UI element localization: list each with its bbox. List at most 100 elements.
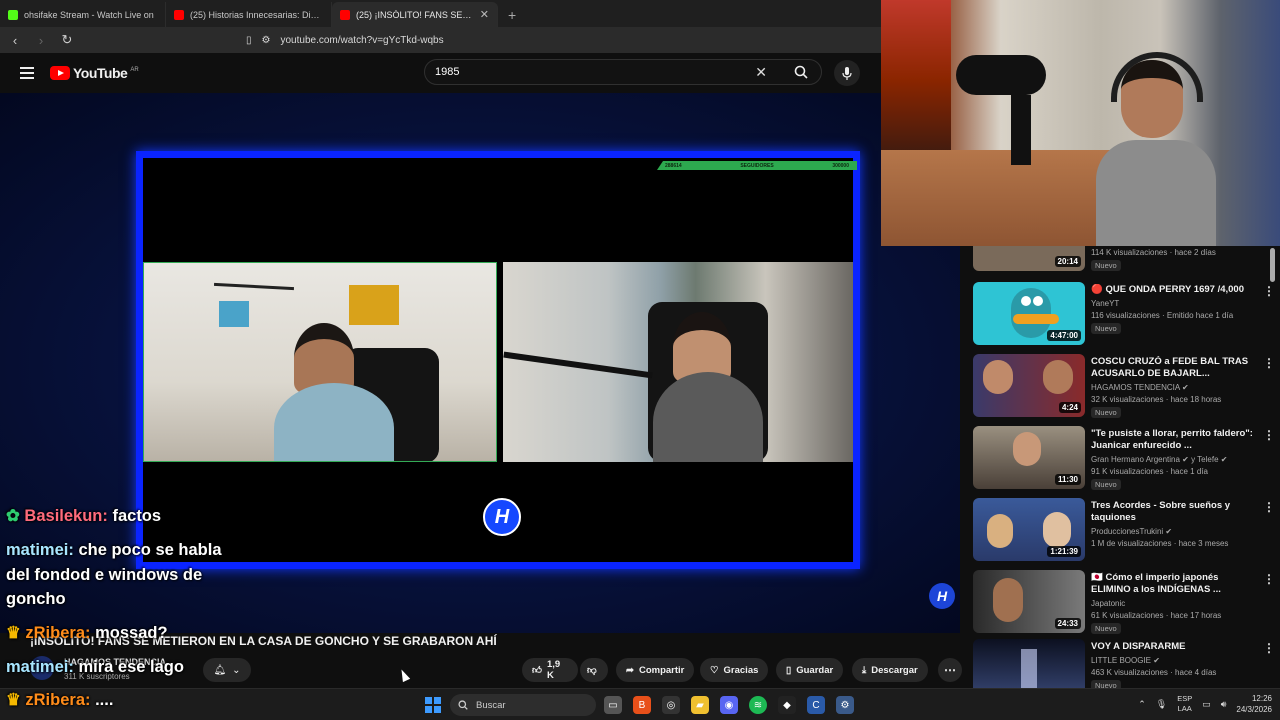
more-options-icon[interactable]: ⋮ xyxy=(1263,570,1275,634)
channel-watermark-logo: H xyxy=(483,498,521,536)
menu-icon[interactable] xyxy=(20,67,34,79)
url-field[interactable]: ▯ ⚙ youtube.com/watch?v=gYcTkd-wqbs xyxy=(246,35,444,46)
rec-video[interactable]: VOY A DISPARARME LITTLE BOOGIE ✔ 463 K v… xyxy=(973,639,1275,688)
dislike-button[interactable]: 👎︎ xyxy=(580,658,608,682)
chevron-down-icon: ⌄ xyxy=(232,664,241,676)
rec-video[interactable]: 11:30 "Te pusiste a llorar, perrito fald… xyxy=(973,426,1275,490)
crown-badge-icon: ♛ xyxy=(6,691,21,709)
search-input[interactable]: 1985 ✕ xyxy=(424,59,822,85)
youtube-favicon-icon xyxy=(340,9,350,20)
thumbs-up-icon: 👍︎ xyxy=(532,665,542,676)
rec-thumbnail[interactable]: 1:21:39 xyxy=(973,498,1085,561)
mic-icon[interactable]: 🎙︎ xyxy=(1156,699,1167,710)
reload-icon[interactable]: ↻ xyxy=(60,32,74,48)
more-options-icon[interactable]: ⋮ xyxy=(1263,639,1275,688)
chevron-up-icon[interactable]: ⌃ xyxy=(1138,699,1146,710)
kick-favicon-icon xyxy=(8,9,18,20)
search-icon xyxy=(458,700,468,710)
rec-thumbnail[interactable]: 4:24 xyxy=(973,354,1085,417)
youtube-header: YouTube AR 1985 ✕ xyxy=(0,53,881,93)
system-tray: ⌃ 🎙︎ ESP LAA ▭ 🔊︎ 12:26 24/3/2026 xyxy=(1138,693,1272,715)
rec-video[interactable]: 24:33 🇯🇵 Cómo el imperio japonés ELIMINO… xyxy=(973,570,1275,634)
app-icon[interactable]: ◎ xyxy=(662,696,680,714)
recommendations-sidebar: 20:14 114 K visualizaciones · hace 2 día… xyxy=(960,246,1280,688)
subscriber-goal-bar: 288614 SEGUIDORES 300000 xyxy=(657,161,857,170)
streamer-webcam-overlay xyxy=(881,0,1280,246)
youtube-logo[interactable]: YouTube AR xyxy=(50,65,139,81)
task-view-icon[interactable]: ▭ xyxy=(604,696,622,714)
app-icon[interactable]: C xyxy=(807,696,825,714)
more-options-icon[interactable]: ⋮ xyxy=(1263,282,1275,346)
settings-gear-icon[interactable]: ⚙ xyxy=(836,696,854,714)
crown-badge-icon: ♛ xyxy=(6,624,21,642)
chat-message: ✿ Basilekun: factos xyxy=(6,507,162,525)
close-tab-icon[interactable]: ✕ xyxy=(480,8,489,21)
bookmark-icon[interactable]: ▯ xyxy=(246,35,252,46)
file-explorer-icon[interactable]: ▰ xyxy=(691,696,709,714)
volume-icon[interactable]: 🔊︎ xyxy=(1221,699,1227,710)
spotify-icon[interactable]: ≋ xyxy=(749,696,767,714)
tab-insolito-active[interactable]: (25) ¡INSÓLITO! FANS SE MET ✕ xyxy=(332,2,498,27)
bottle-image xyxy=(1011,95,1031,165)
more-options-icon[interactable]: ⋮ xyxy=(1263,426,1275,490)
like-button[interactable]: 👍︎ 1,9 K xyxy=(522,658,578,682)
network-icon[interactable]: ▭ xyxy=(1202,699,1211,710)
left-camera-feed xyxy=(143,262,497,462)
more-actions-button[interactable]: ⋯ xyxy=(938,658,962,682)
forward-arrow-icon[interactable]: › xyxy=(34,33,48,48)
save-button[interactable]: ▯ Guardar xyxy=(776,658,844,682)
rec-video[interactable]: 20:14 114 K visualizaciones · hace 2 día… xyxy=(973,246,1273,272)
mic-icon xyxy=(842,66,852,80)
youtube-favicon-icon xyxy=(174,9,184,20)
right-camera-feed xyxy=(503,262,853,462)
rec-info: VOY A DISPARARME LITTLE BOOGIE ✔ 463 K v… xyxy=(1091,639,1257,688)
brave-browser-icon[interactable]: B xyxy=(633,696,651,714)
search-button[interactable] xyxy=(781,60,821,84)
notifications-button[interactable]: 🔔︎ ⌄ xyxy=(203,658,251,682)
clear-search-icon[interactable]: ✕ xyxy=(755,64,767,81)
rec-thumbnail[interactable] xyxy=(973,639,1085,688)
download-button[interactable]: ⤓ Descargar xyxy=(852,658,928,682)
chat-message: ♛ zRibera: mossad? xyxy=(6,624,168,642)
app-icon[interactable]: ◆ xyxy=(778,696,796,714)
rec-thumbnail[interactable]: 11:30 xyxy=(973,426,1085,489)
back-arrow-icon[interactable]: ‹ xyxy=(8,33,22,48)
more-options-icon[interactable]: ⋮ xyxy=(1263,354,1275,418)
channel-branding-icon[interactable]: H xyxy=(929,583,955,609)
new-tab-button[interactable]: + xyxy=(498,7,526,27)
moderator-badge-icon: ✿ xyxy=(6,507,20,525)
rec-info: COSCU CRUZÓ a FEDE BAL TRAS ACUSARLO DE … xyxy=(1091,356,1249,418)
more-options-icon[interactable]: ⋮ xyxy=(1263,498,1275,562)
rec-info: Tres Acordes - Sobre sueños y taquiones … xyxy=(1091,500,1231,548)
bookmark-icon: ▯ xyxy=(786,664,792,676)
voice-search-button[interactable] xyxy=(834,60,860,86)
tab-historias[interactable]: (25) Historias Innecesarias: Dictadura xyxy=(166,2,332,27)
site-info-icon[interactable]: ⚙ xyxy=(262,35,271,46)
discord-icon[interactable]: ◉ xyxy=(720,696,738,714)
clock[interactable]: 12:26 24/3/2026 xyxy=(1236,693,1272,715)
rec-thumbnail[interactable]: 24:33 xyxy=(973,570,1085,633)
stream-frame: 288614 SEGUIDORES 300000 H xyxy=(136,151,860,569)
tab-kick-stream[interactable]: ohsifake Stream - Watch Live on xyxy=(0,2,166,27)
chat-message-continued: goncho xyxy=(6,590,66,608)
rec-video[interactable]: 1:21:39 Tres Acordes - Sobre sueños y ta… xyxy=(973,498,1275,562)
language-indicator[interactable]: ESP LAA xyxy=(1177,694,1192,714)
thanks-heart-icon: ♡ xyxy=(710,664,719,676)
start-button[interactable] xyxy=(425,697,441,713)
desk-image xyxy=(881,150,1111,246)
rec-video[interactable]: 4:47:00 🔴 QUE ONDA PERRY 1697 /4,000 Yan… xyxy=(973,282,1275,346)
chat-message-continued: del fondod e windows de xyxy=(6,566,203,584)
chat-message: ♛ zRibera: .... xyxy=(6,691,114,709)
rec-video[interactable]: 4:24 COSCU CRUZÓ a FEDE BAL TRAS ACUSARL… xyxy=(973,354,1275,418)
chat-message: matimei: mira ese lago xyxy=(6,658,184,676)
rec-thumbnail[interactable]: 4:47:00 xyxy=(973,282,1085,345)
poster-image xyxy=(881,0,951,160)
bell-icon: 🔔︎ xyxy=(213,664,227,676)
rec-thumbnail[interactable]: 20:14 xyxy=(973,246,1085,271)
share-button[interactable]: ➦ Compartir xyxy=(616,658,695,682)
thanks-button[interactable]: ♡ Gracias xyxy=(700,658,769,682)
thumbs-down-icon: 👎︎ xyxy=(587,665,597,676)
rec-info: 🇯🇵 Cómo el imperio japonés ELIMINO a los… xyxy=(1091,572,1222,634)
youtube-play-icon xyxy=(50,66,70,80)
taskbar-search[interactable]: Buscar xyxy=(450,694,596,716)
